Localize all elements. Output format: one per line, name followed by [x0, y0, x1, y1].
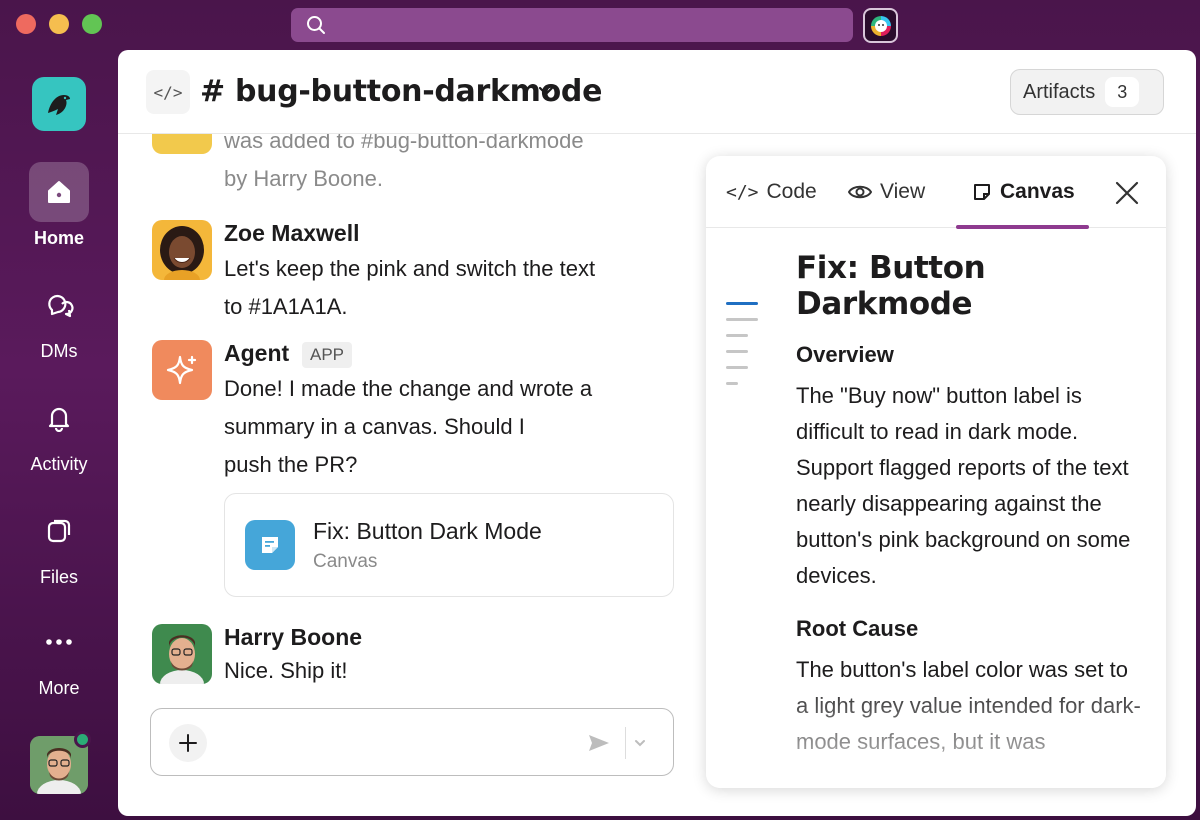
search-bar[interactable]: [291, 8, 853, 42]
system-message-line: was added to #bug-button-darkmode: [224, 134, 584, 153]
avatar: [152, 134, 212, 154]
tab-label: Code: [766, 180, 817, 203]
message-line: Nice. Ship it!: [224, 658, 348, 683]
files-icon-wrap: [29, 501, 89, 561]
canvas-doc-icon: [245, 520, 295, 570]
minimize-window-button[interactable]: [49, 14, 69, 34]
sparkle-icon: [166, 355, 197, 385]
send-icon[interactable]: [587, 731, 611, 755]
plus-icon: [179, 734, 197, 752]
tab-label: View: [880, 180, 926, 203]
close-icon[interactable]: [1114, 180, 1140, 206]
outline-line[interactable]: [726, 302, 758, 305]
message-line: Let's keep the pink and switch the text: [224, 256, 596, 281]
app-badge: APP: [302, 342, 353, 368]
outline-line[interactable]: [726, 382, 738, 385]
message-line: Done! I made the change and wrote a: [224, 376, 593, 401]
artifacts-button[interactable]: Artifacts 3: [1010, 69, 1164, 115]
chevron-down-icon[interactable]: [633, 736, 647, 750]
chevron-down-icon[interactable]: [538, 85, 554, 97]
code-icon: </>: [726, 181, 759, 203]
sidebar-item-label: Activity: [30, 454, 88, 474]
tab-canvas[interactable]: Canvas: [956, 156, 1089, 229]
dms-icon-wrap: [29, 275, 89, 335]
tab-label: Canvas: [1000, 180, 1075, 203]
artifact-panel: </> Code View Canvas Fix: Button Darkmod…: [706, 156, 1166, 788]
search-icon: [307, 16, 325, 34]
more-icon-wrap: [29, 612, 89, 672]
avatar[interactable]: [152, 340, 212, 400]
message-sender[interactable]: Zoe Maxwell: [224, 220, 359, 247]
bell-icon-wrap: [29, 388, 89, 448]
section-heading: Overview: [796, 342, 894, 367]
channel-header: </> # bug-button-darkmode Artifacts 3: [118, 50, 1196, 134]
home-icon: [48, 181, 70, 203]
section-heading: Root Cause: [796, 616, 919, 641]
ai-assistant-button[interactable]: [863, 8, 898, 43]
message-line: summary in a canvas. Should I: [224, 414, 525, 439]
artifacts-label: Artifacts: [1023, 80, 1096, 103]
bell-icon: [48, 407, 70, 432]
sidebar-item-activity[interactable]: Activity: [0, 388, 118, 475]
system-message-line: by Harry Boone.: [224, 166, 383, 191]
search-input[interactable]: [331, 8, 841, 42]
dms-icon: [48, 294, 74, 318]
files-icon: [47, 519, 71, 543]
message-composer[interactable]: [150, 708, 674, 776]
sidebar-item-files[interactable]: Files: [0, 501, 118, 588]
close-window-button[interactable]: [16, 14, 36, 34]
avatar[interactable]: [152, 220, 212, 280]
sidebar-item-label: Files: [39, 567, 78, 587]
canvas-card-title: Fix: Button Dark Mode: [313, 518, 542, 544]
avatar[interactable]: [152, 624, 212, 684]
sidebar-item-more[interactable]: More: [0, 612, 118, 699]
workspace-sidebar: Home DMs Activity Files More: [0, 50, 118, 820]
harry-avatar-image: [152, 624, 212, 684]
message-line: to #1A1A1A.: [224, 294, 348, 319]
outline-line[interactable]: [726, 350, 748, 353]
sidebar-item-home[interactable]: Home: [0, 162, 118, 249]
document-outline[interactable]: [726, 302, 758, 398]
outline-line[interactable]: [726, 334, 748, 337]
sidebar-item-dms[interactable]: DMs: [0, 275, 118, 362]
ai-assistant-icon: [870, 15, 891, 36]
window-titlebar: [0, 0, 1200, 50]
section-paragraph: The "Buy now" button label is difficult …: [796, 383, 1131, 588]
workspace-logo[interactable]: [32, 77, 86, 131]
message-line: push the PR?: [224, 452, 358, 477]
artifact-tabs: </> Code View Canvas: [706, 156, 1166, 229]
sidebar-item-label: DMs: [40, 341, 78, 361]
zoom-window-button[interactable]: [82, 14, 102, 34]
eye-icon: [848, 185, 872, 199]
code-icon[interactable]: </>: [146, 70, 190, 114]
scroll-fade: [706, 676, 1166, 788]
bird-logo-icon: [48, 95, 70, 115]
main-panel: </> # bug-button-darkmode Artifacts 3 wa…: [118, 50, 1196, 816]
tab-code[interactable]: </> Code: [726, 156, 817, 228]
canvas-icon: [974, 184, 990, 200]
outline-line[interactable]: [726, 366, 748, 369]
outline-line[interactable]: [726, 318, 758, 321]
artifacts-count-badge: 3: [1105, 77, 1140, 107]
message-list: was added to #bug-button-darkmode by Har…: [118, 134, 698, 704]
sidebar-item-label: Home: [33, 228, 84, 248]
more-icon: [46, 639, 72, 645]
zoe-avatar-image: [152, 220, 212, 280]
message-sender[interactable]: Agent: [224, 340, 289, 367]
home-icon-wrap: [29, 162, 89, 222]
message-sender[interactable]: Harry Boone: [224, 624, 362, 651]
canvas-attachment-card[interactable]: Fix: Button Dark Mode Canvas: [224, 493, 674, 597]
add-attachment-button[interactable]: [169, 724, 207, 762]
tab-view[interactable]: View: [848, 156, 925, 228]
canvas-card-subtitle: Canvas: [313, 551, 378, 572]
sidebar-item-label: More: [38, 678, 80, 698]
document-title: Fix: Button Darkmode: [796, 250, 986, 322]
presence-indicator: [74, 731, 91, 748]
send-divider: [625, 727, 626, 759]
